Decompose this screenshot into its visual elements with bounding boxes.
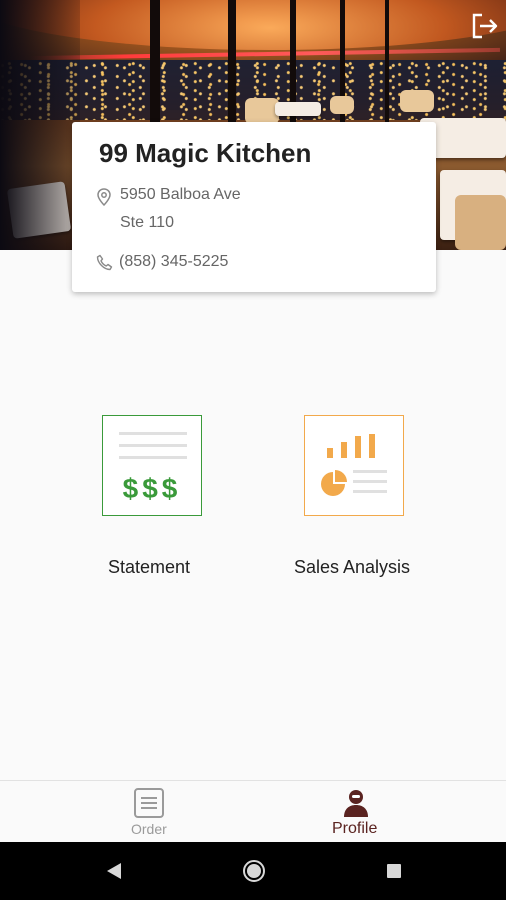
back-icon[interactable] [102, 859, 126, 883]
statement-label: Statement [108, 557, 191, 577]
restaurant-info-card: 99 Magic Kitchen 5950 Balboa Ave Ste 110… [72, 122, 436, 292]
nav-item-profile[interactable]: Profile [253, 781, 506, 843]
system-navigation-bar [0, 842, 506, 900]
restaurant-name: 99 Magic Kitchen [99, 138, 312, 168]
phone-icon [96, 254, 113, 271]
phone-number: (858) 345-5225 [119, 253, 229, 270]
order-list-icon [133, 787, 165, 819]
home-icon[interactable] [242, 859, 266, 883]
address-line-1: 5950 Balboa Ave [120, 186, 241, 203]
statement-tile[interactable]: $$$ Statement [102, 415, 302, 585]
svg-text:$$$: $$$ [123, 473, 182, 504]
location-pin-icon [96, 188, 112, 207]
address-line-2: Ste 110 [120, 214, 174, 231]
sales-chart-icon [304, 415, 404, 516]
logout-icon[interactable] [470, 12, 500, 40]
nav-label-profile: Profile [332, 820, 378, 837]
nav-item-order[interactable]: Order [0, 781, 253, 843]
bottom-navigation: Order Profile [0, 780, 506, 843]
recent-apps-icon[interactable] [382, 859, 406, 883]
nav-label-order: Order [131, 821, 167, 837]
statement-dollars-icon: $$$ [102, 415, 202, 516]
profile-person-icon [340, 787, 372, 819]
sales-analysis-label: Sales Analysis [294, 557, 411, 577]
sales-analysis-tile[interactable]: Sales Analysis [294, 415, 504, 585]
